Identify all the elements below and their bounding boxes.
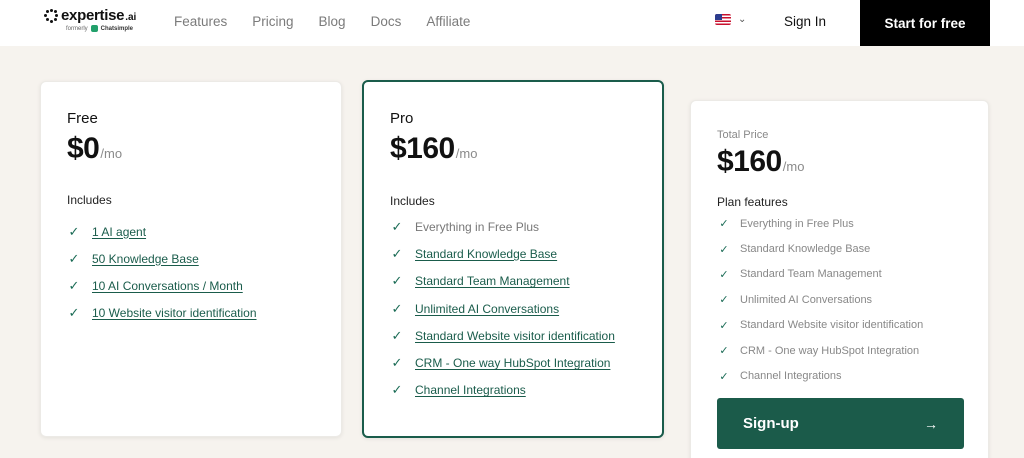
check-icon: ✓ [719, 370, 729, 383]
check-icon: ✓ [719, 243, 729, 256]
check-icon: ✓ [391, 300, 403, 316]
includes-label: Includes [390, 194, 435, 208]
feature-item: ✓ Everything in Free Plus [717, 211, 923, 236]
feature-item: ✓ Standard Team Management [390, 268, 615, 295]
feature-item: ✓ Standard Team Management [717, 262, 923, 287]
check-icon: ✓ [68, 277, 80, 293]
feature-item: ✓ 10 Website visitor identification [67, 299, 257, 326]
sign-in-link[interactable]: Sign In [784, 14, 826, 29]
check-icon: ✓ [68, 250, 80, 266]
formerly-label: formerly [66, 25, 88, 32]
check-icon: ✓ [719, 218, 729, 231]
plan-name: Free [67, 110, 98, 127]
feature-link[interactable]: Standard Team Management [415, 274, 570, 288]
start-for-free-button[interactable]: Start for free [860, 0, 990, 46]
language-selector[interactable]: ⌄ [715, 14, 746, 25]
check-icon: ✓ [391, 218, 403, 234]
feature-item: ✓ Channel Integrations [390, 377, 615, 404]
feature-item: ✓ Standard Website visitor identificatio… [390, 322, 615, 349]
plan-name: Pro [390, 110, 414, 127]
logo-mark-icon [44, 8, 58, 23]
feature-link[interactable]: 10 AI Conversations / Month [92, 279, 243, 293]
total-price-label: Total Price [717, 129, 769, 141]
check-icon: ✓ [391, 355, 403, 371]
check-icon: ✓ [391, 273, 403, 289]
plan-price: $160 /mo [390, 132, 477, 166]
brand-name: expertise [61, 7, 125, 24]
price-period: /mo [782, 159, 805, 174]
total-price-card: Total Price $160 /mo Plan features ✓ Eve… [690, 100, 989, 458]
feature-item: ✓ 1 AI agent [67, 218, 257, 245]
feature-link[interactable]: Standard Website visitor identification [415, 329, 615, 343]
brand-formerly: formerly Chatsimple [66, 25, 136, 32]
feature-item: ✓ Standard Knowledge Base [717, 236, 923, 261]
price-amount: $0 [67, 132, 100, 165]
feature-text: Standard Website visitor identification [740, 319, 924, 332]
feature-text: Channel Integrations [740, 370, 842, 383]
brand-logo[interactable]: expertise .ai formerly Chatsimple [44, 7, 136, 32]
feature-item: ✓ Unlimited AI Conversations [390, 295, 615, 322]
plan-card-pro[interactable]: Pro $160 /mo Includes ✓ Everything in Fr… [362, 80, 664, 438]
feature-item: ✓ Everything in Free Plus [390, 213, 615, 240]
sign-up-label: Sign-up [743, 415, 799, 432]
feature-text: Everything in Free Plus [740, 217, 854, 230]
chevron-down-icon: ⌄ [738, 14, 747, 25]
feature-item: ✓ CRM - One way HubSpot Integration [717, 338, 923, 363]
nav-link-docs[interactable]: Docs [371, 14, 402, 29]
check-icon: ✓ [719, 319, 729, 332]
nav-links: Features Pricing Blog Docs Affiliate [174, 14, 470, 29]
sign-up-button[interactable]: Sign-up → [717, 398, 964, 449]
feature-link[interactable]: Channel Integrations [415, 383, 526, 397]
feature-text: CRM - One way HubSpot Integration [740, 344, 920, 357]
check-icon: ✓ [68, 223, 80, 239]
price-amount: $160 [390, 132, 455, 165]
feature-item: ✓ Standard Knowledge Base [390, 240, 615, 267]
feature-item: ✓ Channel Integrations [717, 363, 923, 388]
check-icon: ✓ [719, 345, 729, 358]
nav-link-blog[interactable]: Blog [319, 14, 346, 29]
check-icon: ✓ [391, 245, 403, 261]
nav-link-features[interactable]: Features [174, 14, 227, 29]
check-icon: ✓ [391, 382, 403, 398]
price-period: /mo [455, 146, 478, 161]
check-icon: ✓ [719, 268, 729, 281]
check-icon: ✓ [391, 327, 403, 343]
plan-price: $0 /mo [67, 132, 122, 166]
us-flag-icon [715, 14, 731, 25]
arrow-right-icon: → [924, 415, 938, 432]
plan-card-free[interactable]: Free $0 /mo Includes ✓ 1 AI agent ✓ 50 K… [40, 81, 342, 437]
feature-item: ✓ Unlimited AI Conversations [717, 287, 923, 312]
total-price: $160 /mo [717, 145, 804, 179]
feature-item: ✓ Standard Website visitor identificatio… [717, 313, 923, 338]
feature-link[interactable]: 1 AI agent [92, 225, 146, 239]
feature-link[interactable]: 10 Website visitor identification [92, 306, 257, 320]
feature-text: Unlimited AI Conversations [740, 293, 873, 306]
feature-text: Everything in Free Plus [415, 219, 540, 234]
feature-list: ✓ Everything in Free Plus ✓ Standard Kno… [390, 213, 615, 404]
feature-link[interactable]: Unlimited AI Conversations [415, 302, 559, 316]
top-navbar: expertise .ai formerly Chatsimple Featur… [0, 0, 1024, 46]
feature-link[interactable]: Standard Knowledge Base [415, 247, 557, 261]
feature-item: ✓ CRM - One way HubSpot Integration [390, 349, 615, 376]
feature-list: ✓ 1 AI agent ✓ 50 Knowledge Base ✓ 10 AI… [67, 218, 257, 326]
feature-link[interactable]: CRM - One way HubSpot Integration [415, 356, 610, 370]
feature-text: Standard Team Management [740, 268, 882, 281]
check-icon: ✓ [68, 304, 80, 320]
former-brand-name: Chatsimple [100, 25, 134, 32]
chatsimple-icon [90, 25, 98, 32]
check-icon: ✓ [719, 294, 729, 307]
plan-feature-list: ✓ Everything in Free Plus ✓ Standard Kno… [717, 211, 923, 389]
brand-tld: .ai [125, 11, 137, 23]
feature-item: ✓ 50 Knowledge Base [67, 245, 257, 272]
nav-link-affiliate[interactable]: Affiliate [426, 14, 470, 29]
plan-features-label: Plan features [717, 195, 788, 209]
feature-item: ✓ 10 AI Conversations / Month [67, 272, 257, 299]
price-period: /mo [100, 146, 123, 161]
price-amount: $160 [717, 145, 782, 178]
includes-label: Includes [67, 193, 112, 207]
feature-text: Standard Knowledge Base [740, 243, 871, 256]
feature-link[interactable]: 50 Knowledge Base [92, 252, 199, 266]
nav-link-pricing[interactable]: Pricing [252, 14, 293, 29]
